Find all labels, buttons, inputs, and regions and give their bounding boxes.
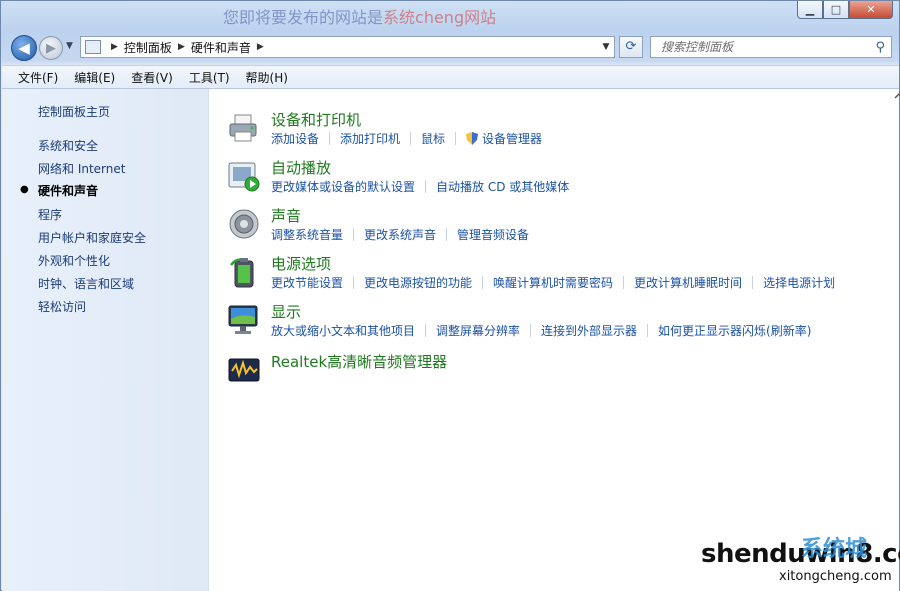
forward-button[interactable]: ▶ <box>39 36 63 60</box>
breadcrumb-control-panel[interactable]: 控制面板 <box>124 39 172 56</box>
link-divider <box>353 276 355 289</box>
link-require-password-on-wake[interactable]: 唤醒计算机时需要密码 <box>493 274 613 291</box>
printer-icon[interactable] <box>227 111 261 145</box>
minimize-button[interactable]: ▁ <box>797 1 823 19</box>
window-title: 您即将要发布的网站是系统cheng网站 <box>223 4 496 28</box>
window-title-part2: 系统cheng网站 <box>383 8 497 27</box>
link-adjust-resolution[interactable]: 调整屏幕分辨率 <box>436 322 520 339</box>
search-icon[interactable]: ⚲ <box>875 40 885 55</box>
category-links: 调整系统音量 更改系统声音 管理音频设备 <box>271 226 529 243</box>
uac-shield-icon <box>466 132 479 145</box>
link-manage-audio-devices[interactable]: 管理音频设备 <box>457 226 529 243</box>
sidebar-item-appearance[interactable]: 外观和个性化 <box>38 252 110 269</box>
chevron-right-icon[interactable]: ▶ <box>257 42 264 52</box>
back-button[interactable]: ◀ <box>11 35 37 61</box>
link-divider <box>530 324 532 337</box>
link-fix-flicker[interactable]: 如何更正显示器闪烁(刷新率) <box>658 322 811 339</box>
autoplay-icon[interactable] <box>227 159 261 193</box>
refresh-button[interactable]: ⟳ <box>619 36 643 58</box>
link-change-sounds[interactable]: 更改系统声音 <box>364 226 436 243</box>
breadcrumb-hardware-sound[interactable]: 硬件和声音 <box>191 39 251 56</box>
category-title[interactable]: 自动播放 <box>271 157 331 178</box>
category-title[interactable]: 电源选项 <box>271 253 331 274</box>
sidebar-item-user-accounts[interactable]: 用户帐户和家庭安全 <box>38 229 146 246</box>
category-links: 放大或缩小文本和其他项目 调整屏幕分辨率 连接到外部显示器 如何更正显示器闪烁(… <box>271 322 811 339</box>
sidebar: 控制面板主页 系统和安全 网络和 Internet ● 硬件和声音 程序 用户帐… <box>2 89 209 591</box>
link-add-device[interactable]: 添加设备 <box>271 130 319 147</box>
category-title[interactable]: 显示 <box>271 301 301 322</box>
link-divider <box>425 324 427 337</box>
link-add-printer[interactable]: 添加打印机 <box>340 130 400 147</box>
link-divider <box>329 132 331 145</box>
sidebar-item-clock-region[interactable]: 时钟、语言和区域 <box>38 275 134 292</box>
menu-file[interactable]: 文件(F) <box>2 69 66 86</box>
link-power-button-function[interactable]: 更改电源按钮的功能 <box>364 274 472 291</box>
menu-view[interactable]: 查看(V) <box>123 69 181 86</box>
link-choose-power-plan[interactable]: 选择电源计划 <box>763 274 835 291</box>
link-divider <box>410 132 412 145</box>
category-title[interactable]: Realtek高清晰音频管理器 <box>271 351 447 372</box>
scroll-up-icon[interactable] <box>892 89 900 103</box>
category-title[interactable]: 设备和打印机 <box>271 109 361 130</box>
monitor-icon[interactable] <box>227 303 261 337</box>
link-change-power-saving[interactable]: 更改节能设置 <box>271 274 343 291</box>
link-mouse[interactable]: 鼠标 <box>421 130 445 147</box>
menu-help[interactable]: 帮助(H) <box>238 69 296 86</box>
link-divider <box>425 180 427 193</box>
link-divider <box>623 276 625 289</box>
link-divider <box>353 228 355 241</box>
address-history-dropdown-icon[interactable]: ▼ <box>598 42 614 52</box>
control-panel-window: 您即将要发布的网站是系统cheng网站 ▁ □ ✕ ◀ ▶ ▼ ▶ 控制面板 ▶… <box>0 0 900 591</box>
chevron-right-icon[interactable]: ▶ <box>111 42 118 52</box>
link-divider <box>647 324 649 337</box>
link-divider <box>455 132 457 145</box>
search-input[interactable] <box>659 39 873 55</box>
watermark-cn: 系统城 <box>801 537 868 562</box>
title-bar: 您即将要发布的网站是系统cheng网站 ▁ □ ✕ <box>1 1 899 27</box>
chevron-right-icon[interactable]: ▶ <box>178 42 185 52</box>
watermark-sub: xitongcheng.com <box>779 569 892 584</box>
speaker-icon[interactable] <box>227 207 261 241</box>
link-divider <box>482 276 484 289</box>
menu-bar: 文件(F) 编辑(E) 查看(V) 工具(T) 帮助(H) <box>2 65 899 89</box>
window-title-part1: 您即将要发布的网站是 <box>223 8 384 27</box>
link-divider <box>752 276 754 289</box>
link-connect-external-display[interactable]: 连接到外部显示器 <box>541 322 637 339</box>
menu-edit[interactable]: 编辑(E) <box>66 69 123 86</box>
category-links: 更改节能设置 更改电源按钮的功能 唤醒计算机时需要密码 更改计算机睡眠时间 选择… <box>271 274 835 291</box>
link-zoom-text[interactable]: 放大或缩小文本和其他项目 <box>271 322 415 339</box>
link-device-manager[interactable]: 设备管理器 <box>482 130 542 147</box>
caption-buttons: ▁ □ ✕ <box>797 1 893 19</box>
sidebar-item-network[interactable]: 网络和 Internet <box>38 160 125 177</box>
category-title[interactable]: 声音 <box>271 205 301 226</box>
category-links: 添加设备 添加打印机 鼠标 设备管理器 <box>271 130 542 147</box>
link-change-media-defaults[interactable]: 更改媒体或设备的默认设置 <box>271 178 415 195</box>
sidebar-item-programs[interactable]: 程序 <box>38 206 62 223</box>
search-box[interactable]: ⚲ <box>650 36 892 58</box>
site-watermark: 系统城 shenduwin8.com xitongcheng.com <box>701 537 900 584</box>
link-adjust-volume[interactable]: 调整系统音量 <box>271 226 343 243</box>
menu-tools[interactable]: 工具(T) <box>181 69 238 86</box>
realtek-audio-icon[interactable] <box>227 353 261 387</box>
control-panel-icon <box>85 40 101 54</box>
maximize-button[interactable]: □ <box>823 1 849 19</box>
sidebar-item-hardware-sound[interactable]: 硬件和声音 <box>38 182 98 199</box>
link-divider <box>446 228 448 241</box>
sidebar-item-ease-of-access[interactable]: 轻松访问 <box>38 298 86 315</box>
sidebar-home-link[interactable]: 控制面板主页 <box>38 103 110 120</box>
category-links: 更改媒体或设备的默认设置 自动播放 CD 或其他媒体 <box>271 178 569 195</box>
current-page-bullet-icon: ● <box>20 184 29 195</box>
battery-icon[interactable] <box>227 255 261 289</box>
link-autoplay-cd[interactable]: 自动播放 CD 或其他媒体 <box>436 178 569 195</box>
address-bar[interactable]: ▶ 控制面板 ▶ 硬件和声音 ▶ ▼ <box>80 36 615 58</box>
close-button[interactable]: ✕ <box>849 1 893 19</box>
navigation-bar: ◀ ▶ ▼ ▶ 控制面板 ▶ 硬件和声音 ▶ ▼ ⟳ ⚲ <box>1 31 899 65</box>
link-change-sleep-time[interactable]: 更改计算机睡眠时间 <box>634 274 742 291</box>
main-content: 设备和打印机 添加设备 添加打印机 鼠标 设备管理器 自动播放 更改媒体或设备的… <box>209 89 900 591</box>
sidebar-item-system-security[interactable]: 系统和安全 <box>38 137 98 154</box>
recent-pages-dropdown-icon[interactable]: ▼ <box>66 41 73 51</box>
